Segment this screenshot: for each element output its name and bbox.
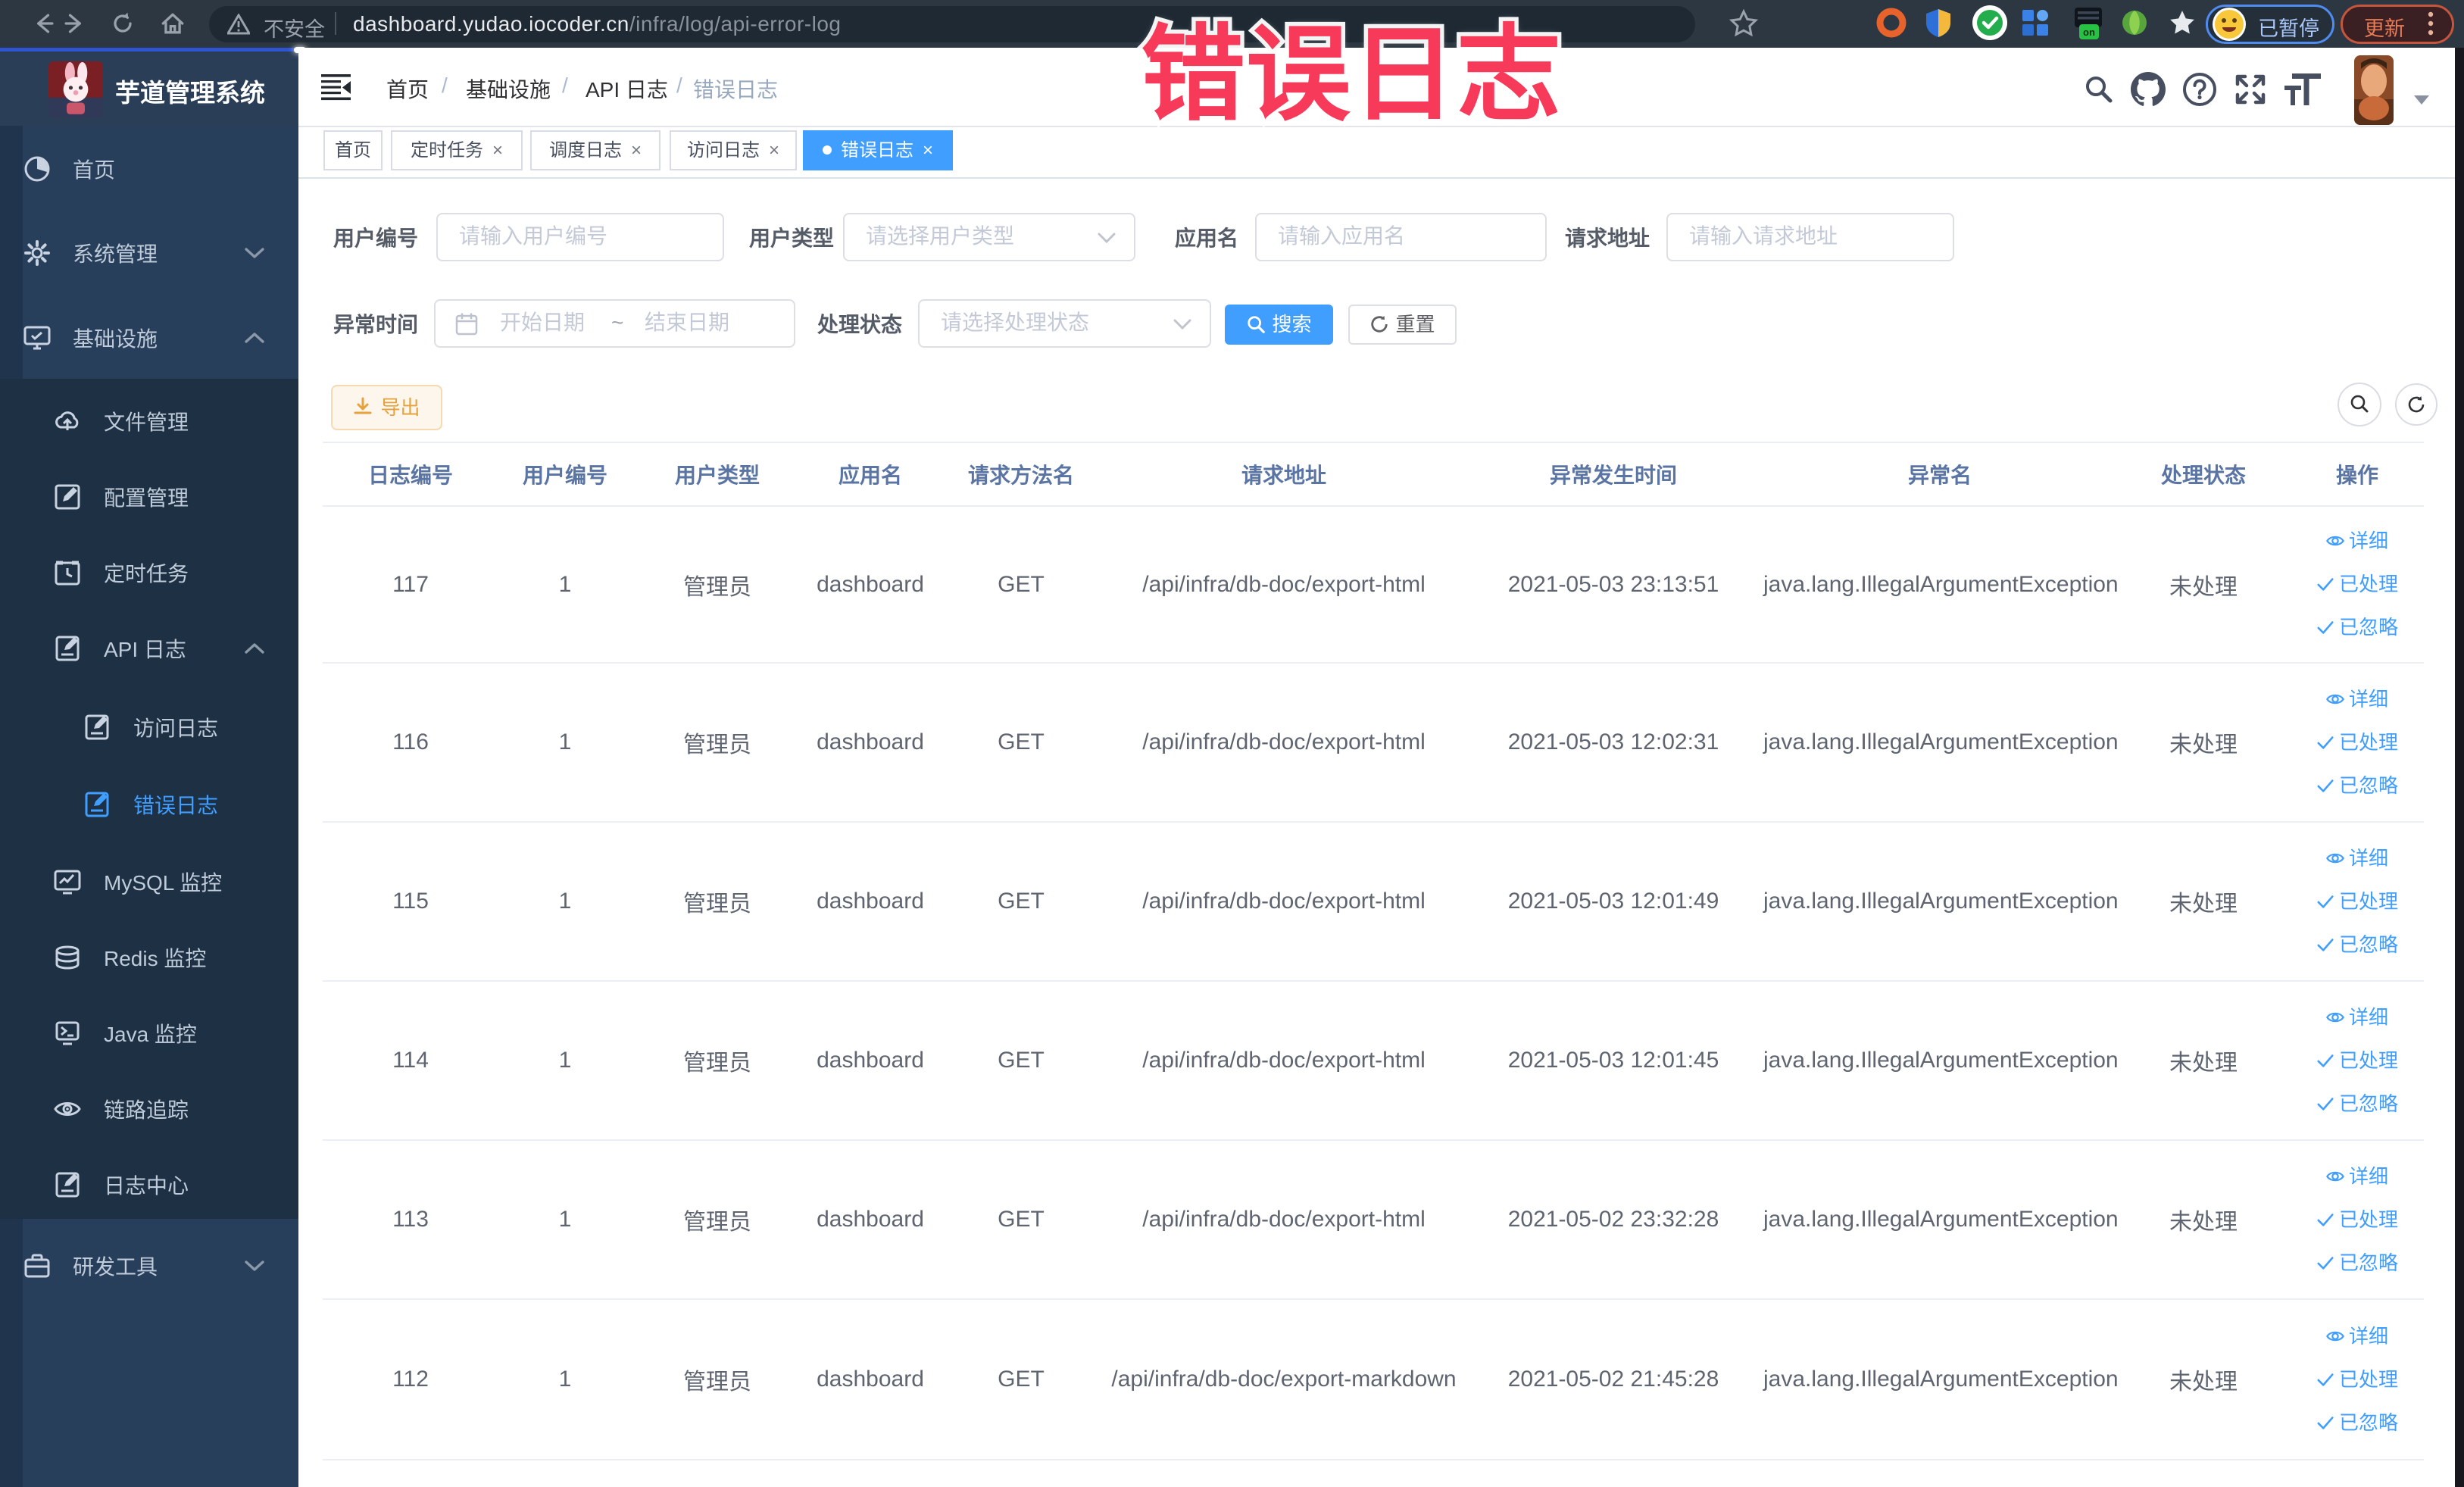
svg-text:on: on — [2083, 27, 2095, 38]
